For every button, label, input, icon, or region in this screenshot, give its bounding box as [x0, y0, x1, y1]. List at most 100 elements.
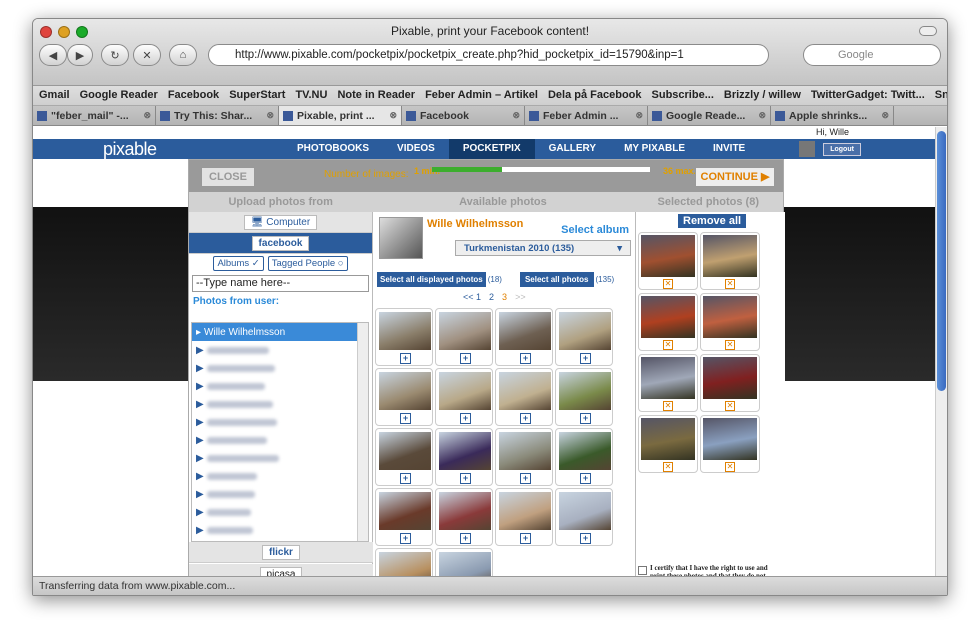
- pager-prev[interactable]: << 1: [463, 292, 481, 302]
- list-item[interactable]: ▶: [192, 485, 368, 503]
- list-item[interactable]: ▶: [192, 413, 368, 431]
- address-bar[interactable]: http://www.pixable.com/pocketpix/pocketp…: [208, 44, 769, 66]
- computer-source[interactable]: 🖥 Computer: [189, 212, 372, 233]
- stop-button[interactable]: ✕: [133, 44, 161, 66]
- bookmark-item[interactable]: Subscribe...: [652, 89, 714, 101]
- add-photo-icon[interactable]: +: [580, 413, 591, 424]
- photo-thumbnail[interactable]: +: [375, 488, 433, 546]
- tab[interactable]: Try This: Shar... ⊗: [156, 106, 279, 125]
- name-filter-input[interactable]: --Type name here--: [192, 275, 369, 292]
- tab[interactable]: Apple shrinks... ⊗: [771, 106, 894, 125]
- list-item[interactable]: ▶: [192, 377, 368, 395]
- remove-photo-icon[interactable]: ✕: [663, 462, 673, 472]
- flickr-source[interactable]: flickr: [189, 542, 373, 563]
- photo-thumbnail[interactable]: +: [495, 368, 553, 426]
- remove-photo-icon[interactable]: ✕: [663, 340, 673, 350]
- select-displayed-button[interactable]: Select all displayed photos: [377, 272, 486, 287]
- list-item[interactable]: ▶: [192, 449, 368, 467]
- remove-all-button[interactable]: Remove all: [678, 214, 747, 228]
- page-2-link[interactable]: 2: [489, 292, 494, 302]
- nav-item[interactable]: PHOTOBOOKS: [283, 139, 383, 159]
- photo-thumbnail[interactable]: +: [435, 368, 493, 426]
- selected-photo[interactable]: ✕: [638, 232, 698, 290]
- photo-thumbnail[interactable]: +: [555, 308, 613, 366]
- add-photo-icon[interactable]: +: [460, 473, 471, 484]
- photo-thumbnail[interactable]: +: [495, 488, 553, 546]
- selected-photo[interactable]: ✕: [700, 354, 760, 412]
- remove-photo-icon[interactable]: ✕: [725, 462, 735, 472]
- list-item[interactable]: ▶: [192, 341, 368, 359]
- nav-item[interactable]: MY PIXABLE: [610, 139, 699, 159]
- bookmark-item[interactable]: Google Reader: [80, 89, 158, 101]
- bookmark-item[interactable]: TV.NU: [295, 89, 327, 101]
- list-item[interactable]: ▶: [192, 359, 368, 377]
- tab[interactable]: Pixable, print ... ⊗: [279, 106, 402, 125]
- user-list-scrollbar[interactable]: [357, 323, 368, 541]
- close-button[interactable]: CLOSE: [201, 167, 255, 187]
- bookmark-item[interactable]: Gmail: [39, 89, 70, 101]
- nav-item[interactable]: VIDEOS: [383, 139, 449, 159]
- nav-item[interactable]: INVITE: [699, 139, 759, 159]
- remove-photo-icon[interactable]: ✕: [663, 401, 673, 411]
- list-item[interactable]: ▶: [192, 467, 368, 485]
- selected-photo[interactable]: ✕: [700, 232, 760, 290]
- photo-thumbnail[interactable]: +: [495, 308, 553, 366]
- list-item[interactable]: ▶: [192, 395, 368, 413]
- selected-photo[interactable]: ✕: [638, 293, 698, 351]
- add-photo-icon[interactable]: +: [400, 353, 411, 364]
- photo-thumbnail[interactable]: +: [375, 548, 433, 578]
- photo-thumbnail[interactable]: +: [375, 308, 433, 366]
- bookmark-item[interactable]: Snip!: [935, 89, 947, 101]
- remove-photo-icon[interactable]: ✕: [725, 279, 735, 289]
- photo-thumbnail[interactable]: +: [435, 548, 493, 578]
- reload-button[interactable]: ↻: [101, 44, 129, 66]
- bookmark-item[interactable]: SuperStart: [229, 89, 285, 101]
- add-photo-icon[interactable]: +: [460, 353, 471, 364]
- certify-checkbox[interactable]: [638, 566, 647, 575]
- tab[interactable]: Google Reade... ⊗: [648, 106, 771, 125]
- tab[interactable]: "feber_mail" -... ⊗: [33, 106, 156, 125]
- page-scroll-thumb[interactable]: [937, 131, 946, 391]
- pager-next[interactable]: >>: [515, 292, 526, 302]
- bookmark-item[interactable]: Dela på Facebook: [548, 89, 642, 101]
- bookmark-item[interactable]: Facebook: [168, 89, 219, 101]
- close-tab-icon[interactable]: ⊗: [635, 110, 643, 121]
- bookmark-item[interactable]: TwitterGadget: Twitt...: [811, 89, 925, 101]
- nav-item[interactable]: GALLERY: [535, 139, 610, 159]
- photo-thumbnail[interactable]: +: [555, 488, 613, 546]
- list-item[interactable]: ▶: [192, 521, 368, 539]
- add-photo-icon[interactable]: +: [520, 473, 531, 484]
- remove-photo-icon[interactable]: ✕: [663, 279, 673, 289]
- continue-button[interactable]: CONTINUE ▶: [695, 167, 775, 187]
- photo-thumbnail[interactable]: +: [435, 488, 493, 546]
- toolbar-toggle-button[interactable]: [919, 26, 937, 36]
- photo-thumbnail[interactable]: +: [495, 428, 553, 486]
- close-tab-icon[interactable]: ⊗: [389, 110, 397, 121]
- photo-thumbnail[interactable]: +: [375, 368, 433, 426]
- add-photo-icon[interactable]: +: [460, 413, 471, 424]
- albums-filter[interactable]: Albums ✓: [213, 256, 264, 271]
- page-scrollbar[interactable]: [935, 127, 947, 578]
- bookmark-item[interactable]: Note in Reader: [337, 89, 415, 101]
- home-button[interactable]: ⌂: [169, 44, 197, 66]
- photo-thumbnail[interactable]: +: [435, 428, 493, 486]
- add-photo-icon[interactable]: +: [460, 533, 471, 544]
- close-tab-icon[interactable]: ⊗: [881, 110, 889, 121]
- add-photo-icon[interactable]: +: [400, 473, 411, 484]
- bookmark-item[interactable]: Brizzly / willew: [724, 89, 801, 101]
- facebook-source[interactable]: facebook: [189, 233, 372, 254]
- close-tab-icon[interactable]: ⊗: [266, 110, 274, 121]
- list-item[interactable]: ▸ Wille Wilhelmsson: [192, 323, 368, 341]
- close-tab-icon[interactable]: ⊗: [758, 110, 766, 121]
- tagged-people-filter[interactable]: Tagged People ○: [267, 256, 348, 271]
- photo-thumbnail[interactable]: +: [375, 428, 433, 486]
- search-input[interactable]: Google: [803, 44, 941, 66]
- close-tab-icon[interactable]: ⊗: [143, 110, 151, 121]
- selected-photo[interactable]: ✕: [700, 293, 760, 351]
- list-item[interactable]: ▶: [192, 431, 368, 449]
- add-photo-icon[interactable]: +: [400, 533, 411, 544]
- tab[interactable]: Facebook ⊗: [402, 106, 525, 125]
- bookmark-item[interactable]: Feber Admin – Artikel: [425, 89, 538, 101]
- page-3-link[interactable]: 3: [502, 292, 507, 302]
- add-photo-icon[interactable]: +: [580, 473, 591, 484]
